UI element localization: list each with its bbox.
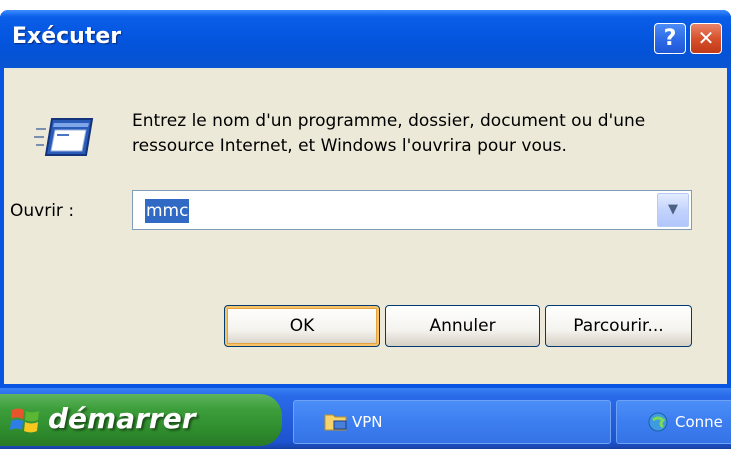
description-line-1: Entrez le nom d'un programme, dossier, d… [132,111,646,131]
run-program-icon [34,118,94,156]
help-button[interactable]: ? [654,23,686,54]
open-label: Ouvrir : [10,201,75,221]
dropdown-arrow-button[interactable]: ▼ [657,193,689,227]
ok-button[interactable]: OK [224,305,380,347]
taskbar-item-vpn[interactable]: VPN [293,400,611,444]
windows-logo-icon [10,408,39,433]
description-line-2: ressource Internet, et Windows l'ouvrira… [132,136,567,156]
start-label: démarrer [48,402,196,435]
taskbar-item-connection[interactable]: Conne [616,400,731,444]
close-button[interactable]: ✕ [690,23,722,54]
chevron-down-icon: ▼ [668,202,678,217]
open-input[interactable]: mmc [145,199,190,223]
start-button[interactable]: démarrer [0,394,282,446]
taskbar-item-label: VPN [352,413,383,431]
title-bar[interactable]: Exécuter ? ✕ [0,10,731,68]
run-dialog: Exécuter ? ✕ Entrez le nom d'un programm… [0,10,731,388]
dialog-description: Entrez le nom d'un programme, dossier, d… [132,109,712,159]
folder-network-icon [324,414,347,431]
open-combobox[interactable]: mmc ▼ [132,190,692,230]
network-connection-icon [648,412,668,432]
cancel-button[interactable]: Annuler [385,305,540,347]
dialog-title: Exécuter [12,24,122,49]
browse-button[interactable]: Parcourir... [545,305,692,347]
taskbar: démarrer VPN Conne [0,388,731,449]
dialog-body: Entrez le nom d'un programme, dossier, d… [4,68,727,384]
taskbar-item-label: Conne [675,413,723,431]
